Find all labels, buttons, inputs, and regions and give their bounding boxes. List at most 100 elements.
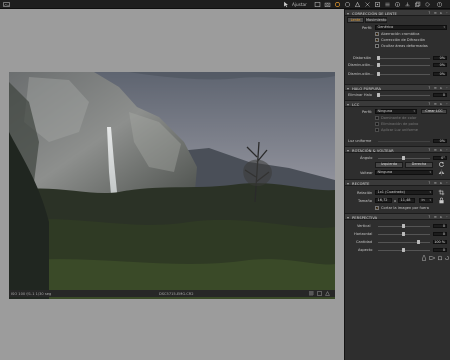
dust-removal-checkbox[interactable]: ✓ [375, 122, 379, 126]
distortion-label: Distorsión [353, 56, 372, 60]
lcc-header[interactable]: ▾ LCC ? ≡ ▸ ◦ [345, 100, 450, 107]
keystone-full-icon[interactable] [437, 255, 443, 261]
library-icon[interactable] [314, 1, 321, 8]
section-tools-icons[interactable]: ? ≡ ▸ ◦ [428, 181, 449, 185]
falloff-value[interactable]: 0% [433, 62, 447, 67]
tab-lens[interactable]: Lente [347, 17, 364, 23]
exposure-warning-icon[interactable] [325, 291, 330, 296]
falloff2-value[interactable]: 0% [433, 71, 447, 76]
color-icon[interactable] [344, 1, 351, 8]
landscape-photo[interactable] [9, 72, 335, 299]
hide-areas-checkbox[interactable]: ✓ [375, 44, 379, 48]
collapse-arrow-icon[interactable]: ▾ [347, 86, 349, 91]
help-icon[interactable]: ? [436, 1, 443, 8]
guides-icon[interactable] [317, 291, 322, 296]
collapse-arrow-icon[interactable]: ▾ [347, 102, 349, 107]
diffraction-label: Corrección de Difracción [381, 38, 426, 42]
falloff-knob[interactable] [377, 63, 380, 67]
distortion-knob[interactable] [377, 56, 380, 60]
crop-tool-icon[interactable] [438, 189, 445, 196]
vertical-knob[interactable] [402, 224, 405, 228]
purple-fringe-header[interactable]: ▾ HALO PÚRPURA ? ≡ ▸ ◦ [345, 84, 450, 91]
camera-icon[interactable] [324, 1, 331, 8]
perspective-header[interactable]: ▾ PERSPECTIVA ? ≡ ▸ ◦ [345, 213, 450, 220]
crop-title: RECORTE [352, 181, 370, 186]
remove-fringe-slider[interactable] [378, 95, 430, 96]
collapse-arrow-icon[interactable]: ▾ [347, 181, 349, 186]
metadata-icon[interactable] [394, 1, 401, 8]
lens-tool-icon[interactable] [334, 1, 341, 8]
tab-movement[interactable]: Movimiento [365, 17, 387, 23]
remove-fringe-knob[interactable] [377, 93, 380, 97]
settings-icon[interactable] [424, 1, 431, 8]
aspect-value[interactable]: 0 [433, 247, 447, 252]
exposure-icon[interactable] [354, 1, 361, 8]
flip-icon[interactable] [438, 169, 445, 176]
diffraction-checkbox[interactable]: ✓ [375, 38, 379, 42]
remove-fringe-value[interactable]: 0 [433, 92, 447, 97]
adjust-label[interactable]: Ajustar [292, 2, 307, 7]
section-tools-icons[interactable]: ? ≡ ▸ ◦ [428, 86, 449, 90]
create-lcc-button[interactable]: Crear LCC [421, 108, 447, 114]
falloff-slider[interactable] [378, 65, 430, 66]
crop-outside-label: Cortar la imagen por fuera [381, 206, 429, 210]
crop-header[interactable]: ▾ RECORTE ? ≡ ▸ ◦ [345, 179, 450, 186]
falloff2-slider[interactable] [378, 74, 430, 75]
lens-correction-header[interactable]: ▾ CORRECCIÓN DE LENTE ? ≡ ▸ ◦ [345, 9, 450, 16]
cursor-icon[interactable] [282, 1, 289, 8]
crop-unit-select[interactable]: in ▾ [419, 198, 433, 203]
section-tools-icons[interactable]: ? ≡ ▸ ◦ [428, 148, 449, 152]
image-folder-icon[interactable] [3, 1, 10, 8]
ratio-select[interactable]: 1x1 (Cuadrado) ▾ [375, 190, 433, 195]
uniform-light-checkbox[interactable]: ✓ [375, 128, 379, 132]
rotation-header[interactable]: ▾ ROTACIÓN & VOLTEAR ? ≡ ▸ ◦ [345, 146, 450, 153]
adjustments-icon[interactable] [384, 1, 391, 8]
angle-value[interactable]: 0° [433, 155, 447, 160]
amount-slider[interactable] [378, 242, 430, 243]
horizontal-value[interactable]: 0 [433, 231, 447, 236]
output-icon[interactable] [404, 1, 411, 8]
angle-knob[interactable] [402, 156, 405, 160]
collapse-arrow-icon[interactable]: ▾ [347, 215, 349, 220]
vertical-value[interactable]: 0 [433, 223, 447, 228]
lcc-profile-label: Perfil: [362, 110, 373, 114]
chevron-down-icon: ▾ [429, 170, 431, 174]
angle-label: Ángulo [360, 156, 373, 160]
image-viewer[interactable]: ISO 100 f/1.1 1/30 seg DSC5715-EMG.CR2 [0, 9, 344, 360]
amount-knob[interactable] [417, 240, 420, 244]
crop-width-field[interactable]: 16,72 [375, 198, 392, 203]
keystone-horizontal-icon[interactable] [429, 255, 435, 261]
reset-icon[interactable] [444, 255, 450, 261]
crop-height-field[interactable]: 11,48 [398, 198, 415, 203]
distortion-value[interactable]: 0% [433, 55, 447, 60]
batch-icon[interactable] [414, 1, 421, 8]
collapse-arrow-icon[interactable]: ▾ [347, 11, 349, 16]
distortion-slider[interactable] [378, 58, 430, 59]
falloff2-knob[interactable] [377, 72, 380, 76]
details-icon[interactable] [364, 1, 371, 8]
section-tools-icons[interactable]: ? ≡ ▸ ◦ [428, 102, 449, 106]
rotate-right-button[interactable]: Derecha [405, 162, 433, 168]
collapse-arrow-icon[interactable]: ▾ [347, 148, 349, 153]
section-tools-icons[interactable]: ? ≡ ▸ ◦ [428, 11, 449, 15]
grid-icon[interactable] [309, 291, 314, 296]
rotate-left-button[interactable]: Izquierda [375, 162, 403, 168]
horizontal-knob[interactable] [402, 232, 405, 236]
color-cast-checkbox[interactable]: ✓ [375, 116, 379, 120]
lcc-profile-select[interactable]: Ninguna ▾ [375, 109, 417, 114]
aspect-knob[interactable] [402, 248, 405, 252]
crop-lock-icon[interactable] [438, 197, 445, 204]
dust-removal-label: Eliminación de polvo [381, 122, 419, 126]
crop-outside-checkbox[interactable]: ✓ [375, 206, 379, 210]
amount-value[interactable]: 100 % [433, 239, 447, 244]
section-tools-icons[interactable]: ? ≡ ▸ ◦ [428, 215, 449, 219]
uniform-light-slider[interactable] [378, 141, 430, 142]
aspect-label: Aspecto [358, 248, 373, 252]
uniform-light-value[interactable]: 0% [433, 138, 447, 143]
chromatic-checkbox[interactable]: ✓ [375, 32, 379, 36]
keystone-vertical-icon[interactable] [421, 255, 427, 261]
flip-select[interactable]: Ninguna ▾ [375, 170, 433, 175]
lens-profile-select[interactable]: Genérico ▾ [375, 25, 447, 30]
rotate-tool-icon[interactable] [438, 161, 445, 168]
local-adjust-icon[interactable] [374, 1, 381, 8]
